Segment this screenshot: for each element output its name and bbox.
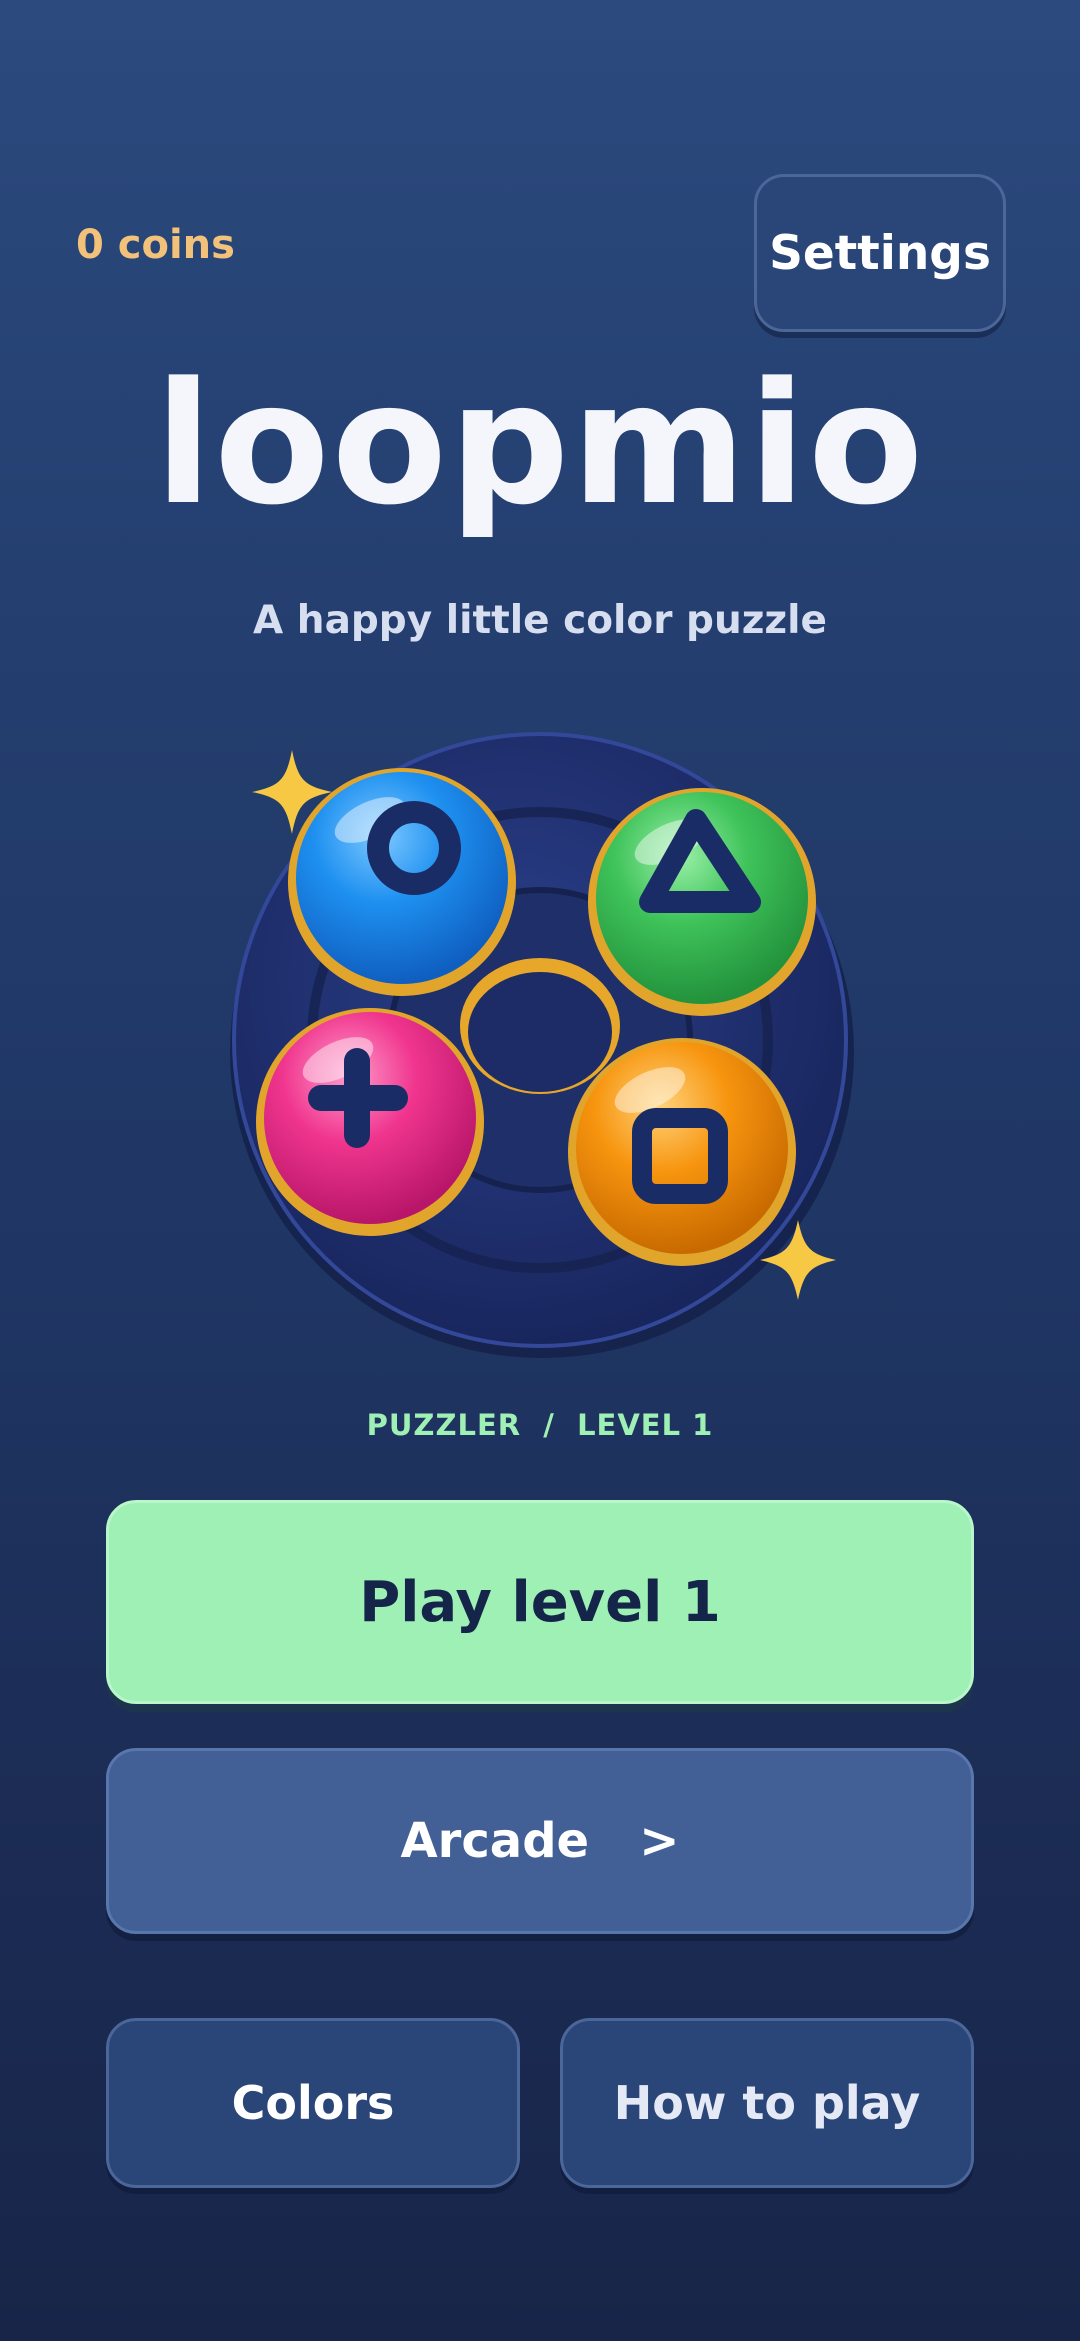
arcade-button[interactable]: Arcade >	[106, 1748, 974, 1934]
settings-button[interactable]: Settings	[754, 174, 1006, 332]
pink-piece	[256, 1008, 484, 1236]
coins-counter: 0 coins	[76, 222, 235, 268]
play-level-button[interactable]: Play level 1	[106, 1500, 974, 1704]
game-subtitle: A happy little color puzzle	[253, 598, 827, 643]
green-piece	[588, 788, 816, 1016]
center-hole	[468, 972, 612, 1092]
blue-piece	[288, 768, 516, 996]
puzzle-illustration	[230, 732, 854, 1358]
colors-button[interactable]: Colors	[106, 2018, 520, 2188]
game-title: loopmio	[154, 346, 926, 542]
level-indicator: PUZZLER / LEVEL 1	[366, 1408, 714, 1442]
orange-piece	[568, 1038, 796, 1266]
how-to-play-button[interactable]: How to play	[560, 2018, 974, 2188]
